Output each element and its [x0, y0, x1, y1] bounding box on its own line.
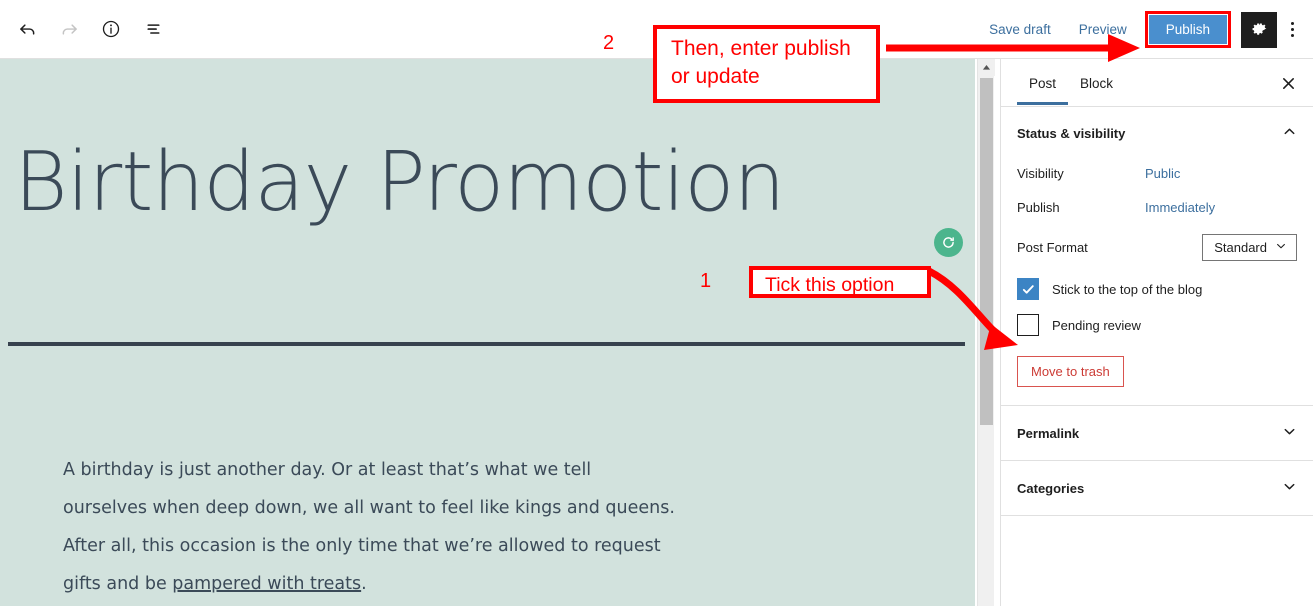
publish-button-wrapper: Publish [1144, 11, 1231, 48]
kebab-menu-icon[interactable] [1277, 12, 1307, 48]
post-format-value: Standard [1214, 240, 1267, 255]
chevron-down-icon [1275, 240, 1287, 255]
categories-panel[interactable]: Categories [1001, 461, 1313, 515]
info-circle-icon[interactable] [92, 10, 130, 48]
move-to-trash-button[interactable]: Move to trash [1017, 356, 1124, 387]
save-draft-button[interactable]: Save draft [975, 16, 1065, 43]
post-editor-canvas[interactable]: Birthday Promotion A birthday is just an… [0, 59, 975, 606]
toolbar-right-group: Save draft Preview Publish [975, 0, 1307, 59]
sticky-post-checkbox[interactable] [1017, 278, 1039, 300]
status-visibility-section-header[interactable]: Status & visibility [1001, 107, 1313, 156]
annotation-step-2-box: Then, enter publish or update [653, 25, 880, 103]
post-body-line-4-text: gifts and be [63, 574, 173, 594]
categories-label: Categories [1017, 480, 1085, 496]
sidebar-tabs: Post Block [1001, 59, 1313, 107]
editor-app: Save draft Preview Publish Birthday Prom… [0, 0, 1313, 606]
tab-block[interactable]: Block [1068, 62, 1125, 104]
redo-arrow-icon[interactable] [50, 10, 88, 48]
chevron-up-icon[interactable] [1282, 124, 1297, 142]
permalink-label: Permalink [1017, 425, 1080, 441]
tab-post[interactable]: Post [1017, 62, 1069, 105]
permalink-panel[interactable]: Permalink [1001, 406, 1313, 460]
horizontal-rule-block[interactable] [8, 342, 965, 346]
annotation-step-2-line-1: Then, enter publish [671, 37, 851, 60]
undo-arrow-icon[interactable] [8, 10, 46, 48]
post-body-line-4-period: . [361, 574, 367, 594]
pending-review-checkbox[interactable] [1017, 314, 1039, 336]
close-icon[interactable] [1277, 72, 1299, 94]
post-format-select[interactable]: Standard [1202, 234, 1297, 261]
publish-button[interactable]: Publish [1148, 15, 1227, 44]
annotation-step-1-box: Tick this option [749, 266, 931, 298]
chevron-down-icon [1282, 479, 1297, 497]
publish-time-row: Publish Immediately [1001, 190, 1313, 224]
gear-icon[interactable] [1241, 11, 1277, 48]
publish-time-label: Publish [1017, 199, 1060, 215]
annotation-step-2-number: 2 [603, 32, 615, 54]
post-body-line-1: A birthday is just another day. Or at le… [63, 460, 592, 480]
post-format-label: Post Format [1017, 240, 1088, 255]
chevron-down-icon [1282, 424, 1297, 442]
status-visibility-title: Status & visibility [1017, 125, 1126, 141]
list-view-icon[interactable] [134, 10, 172, 48]
toolbar-left-group [0, 10, 172, 48]
pending-review-row: Pending review [1001, 307, 1313, 343]
post-body-line-2: ourselves when deep down, we all want to… [63, 498, 675, 518]
pending-review-label: Pending review [1052, 317, 1141, 333]
scrollbar-thumb[interactable] [980, 78, 993, 425]
sticky-post-row: Stick to the top of the blog [1001, 271, 1313, 307]
annotation-step-1-number: 1 [700, 270, 712, 292]
post-title[interactable]: Birthday Promotion [14, 142, 785, 224]
post-settings-sidebar: Post Block Status & visibility Visibilit… [1000, 59, 1313, 606]
post-body-line-3: After all, this occasion is the only tim… [63, 536, 661, 556]
visibility-value[interactable]: Public [1145, 166, 1180, 181]
canvas-scrollbar[interactable] [977, 59, 995, 606]
sticky-post-label: Stick to the top of the blog [1052, 281, 1203, 297]
scroll-up-arrow-icon[interactable] [978, 59, 995, 76]
annotation-step-2-line-2: or update [671, 65, 760, 88]
visibility-row: Visibility Public [1001, 156, 1313, 190]
post-body-link[interactable]: pampered with treats [172, 574, 361, 594]
visibility-label: Visibility [1017, 165, 1064, 181]
divider [1001, 515, 1313, 516]
grammarly-refresh-icon[interactable] [934, 228, 963, 257]
publish-time-value[interactable]: Immediately [1145, 200, 1215, 215]
post-body-paragraph[interactable]: A birthday is just another day. Or at le… [63, 451, 763, 603]
post-body-line-4: gifts and be pampered with treats. [63, 565, 763, 603]
post-format-row: Post Format Standard [1001, 224, 1313, 271]
preview-button[interactable]: Preview [1065, 16, 1141, 43]
